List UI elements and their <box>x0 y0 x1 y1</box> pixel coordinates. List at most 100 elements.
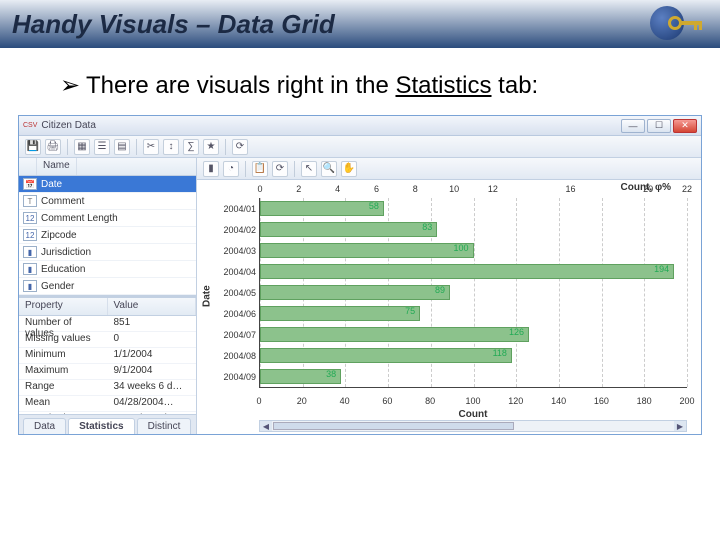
pointer-icon[interactable]: ↖ <box>301 161 317 177</box>
bar[interactable]: 83 <box>260 222 437 237</box>
type-icon: ▮ <box>23 246 37 258</box>
variable-row[interactable]: 📅Date <box>19 176 196 193</box>
tab-distinct[interactable]: Distinct <box>137 418 192 434</box>
scroll-right-button[interactable]: ▶ <box>674 421 686 431</box>
pivot-icon[interactable]: ▤ <box>114 139 130 155</box>
bar-value-label: 126 <box>509 328 524 337</box>
y-tick: 2004/04 <box>212 267 256 277</box>
minimize-button[interactable]: — <box>621 119 645 133</box>
bar[interactable]: 126 <box>260 327 529 342</box>
x-tick-bottom: 0 <box>256 396 261 406</box>
group-icon[interactable]: ∑ <box>183 139 199 155</box>
bar-value-label: 83 <box>422 223 432 232</box>
y-tick: 2004/06 <box>212 309 256 319</box>
bar[interactable]: 89 <box>260 285 450 300</box>
zoom-icon[interactable]: 🔍 <box>321 161 337 177</box>
y-tick: 2004/07 <box>212 330 256 340</box>
properties-header-value: Value <box>108 298 197 315</box>
type-icon: ▮ <box>23 263 37 275</box>
refresh-icon[interactable]: ⟳ <box>232 139 248 155</box>
bullet-area: ➢ There are visuals right in the Statist… <box>0 48 720 115</box>
toolbar-separator <box>294 161 295 177</box>
variables-list: 📅DateTComment12Comment Length12Zipcode ▮ J… <box>19 176 196 295</box>
x-tick-bottom: 140 <box>551 396 566 406</box>
property-value: 0 <box>108 332 197 347</box>
format-icon[interactable]: ★ <box>203 139 219 155</box>
scroll-left-button[interactable]: ◀ <box>260 421 272 431</box>
pan-icon[interactable]: ✋ <box>341 161 357 177</box>
x-tick-top: 4 <box>335 184 340 194</box>
tab-statistics[interactable]: Statistics <box>68 418 134 434</box>
barchart-icon[interactable]: ▮ <box>203 161 219 177</box>
property-value: 9/1/2004 <box>108 364 197 379</box>
copy-chart-icon[interactable]: 📋 <box>252 161 268 177</box>
bullet-text: There are visuals right in the Statistic… <box>86 70 538 101</box>
gridline-v <box>687 198 688 387</box>
refresh-chart-icon[interactable]: ⟳ <box>272 161 288 177</box>
x-axis-lower: Count 020406080100120140160180200 <box>259 392 687 418</box>
property-key: Mean <box>19 396 108 411</box>
variable-row[interactable]: ▮ Gender <box>19 278 196 295</box>
bar-value-label: 58 <box>369 202 379 211</box>
piechart-icon[interactable]: ◔ <box>223 161 239 177</box>
variable-row[interactable]: ▮ Jurisdiction <box>19 244 196 261</box>
x-tick-top: 2 <box>296 184 301 194</box>
variable-row[interactable]: 12Comment Length <box>19 210 196 227</box>
property-row: Maximum9/1/2004 <box>19 364 196 380</box>
bar-value-label: 118 <box>493 349 507 358</box>
chart-area: Count, φ% Date 0246810121620222004/01582… <box>197 180 701 434</box>
bar-value-label: 194 <box>654 265 669 274</box>
slide-title-text: Handy Visuals – Data Grid <box>12 9 335 40</box>
bar[interactable]: 38 <box>260 369 341 384</box>
close-button[interactable]: ✕ <box>673 119 697 133</box>
bar[interactable]: 100 <box>260 243 474 258</box>
print-icon[interactable]: 🖨 <box>45 139 61 155</box>
x-tick-bottom: 120 <box>508 396 523 406</box>
slide-logo-icon <box>640 4 708 44</box>
main-toolbar: 💾 🖨 ▦ ☰ ▤ ✂ ↕ ∑ ★ ⟳ <box>19 136 701 158</box>
variable-row[interactable]: 12Zipcode <box>19 227 196 244</box>
property-value: 851 <box>108 316 197 331</box>
x-tick-top: 16 <box>566 184 576 194</box>
x-tick-bottom: 200 <box>679 396 694 406</box>
save-icon[interactable]: 💾 <box>25 139 41 155</box>
chart-h-scrollbar[interactable]: ◀ ▶ <box>259 420 687 432</box>
variable-label: Gender <box>41 281 74 292</box>
scroll-thumb[interactable] <box>273 422 514 430</box>
variable-label: Education <box>41 264 85 275</box>
y-tick: 2004/09 <box>212 372 256 382</box>
scroll-track[interactable] <box>272 421 674 431</box>
x-tick-bottom: 40 <box>340 396 350 406</box>
type-icon: ▮ <box>23 280 37 292</box>
variable-row[interactable]: TComment <box>19 193 196 210</box>
x-tick-top: 20 <box>643 184 653 194</box>
window-title: Citizen Data <box>41 120 95 131</box>
y-tick: 2004/01 <box>212 204 256 214</box>
plot-region: 0246810121620222004/01582004/02832004/03… <box>259 198 687 388</box>
sort-icon[interactable]: ↕ <box>163 139 179 155</box>
table-icon[interactable]: ☰ <box>94 139 110 155</box>
type-icon: 12 <box>23 212 37 224</box>
variable-row[interactable]: ▮ Education <box>19 261 196 278</box>
property-value: 1/1/2004 <box>108 348 197 363</box>
bar[interactable]: 58 <box>260 201 384 216</box>
bar[interactable]: 194 <box>260 264 674 279</box>
bar[interactable]: 118 <box>260 348 512 363</box>
property-key: Maximum <box>19 364 108 379</box>
property-row: Minimum1/1/2004 <box>19 348 196 364</box>
y-tick: 2004/05 <box>212 288 256 298</box>
window-titlebar[interactable]: CSV Citizen Data — ☐ ✕ <box>19 116 701 136</box>
maximize-button[interactable]: ☐ <box>647 119 671 133</box>
variable-label: Jurisdiction <box>41 247 91 258</box>
property-key: Number of values <box>19 316 108 331</box>
gridline-v <box>516 198 517 387</box>
chart-icon[interactable]: ▦ <box>74 139 90 155</box>
gridline-v <box>602 198 603 387</box>
bar[interactable]: 75 <box>260 306 420 321</box>
filter-icon[interactable]: ✂ <box>143 139 159 155</box>
x-tick-top: 10 <box>449 184 459 194</box>
property-value: 04/28/2004… <box>108 396 197 411</box>
tab-data[interactable]: Data <box>23 418 66 434</box>
type-icon: 📅 <box>23 178 37 190</box>
property-key: Range <box>19 380 108 395</box>
